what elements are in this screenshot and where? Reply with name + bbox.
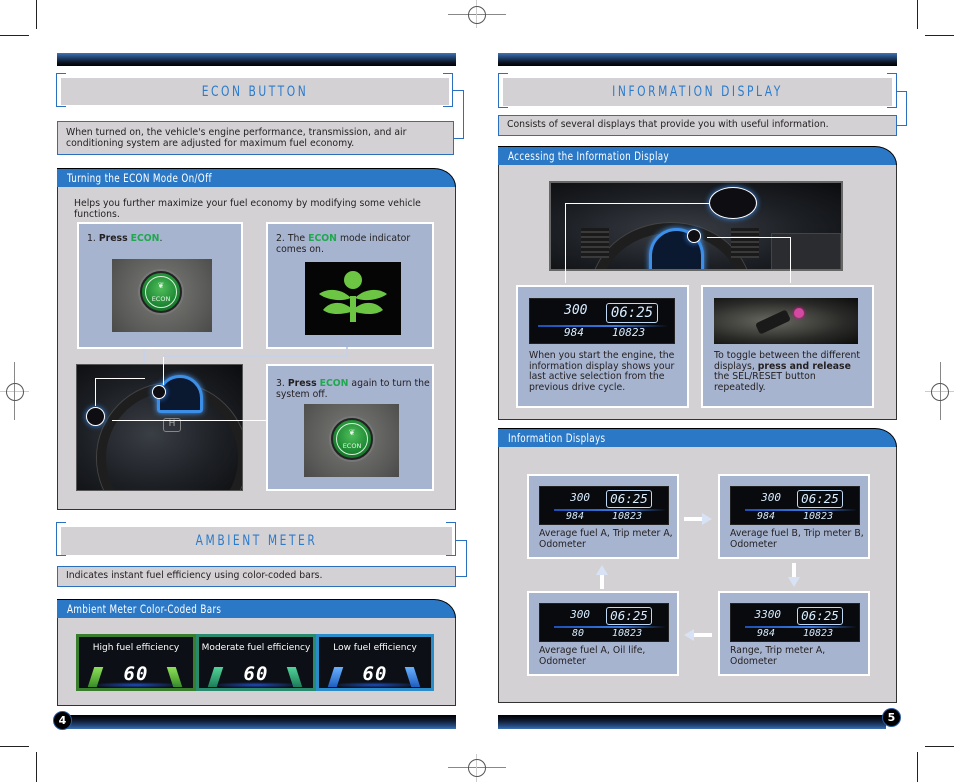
connector-line — [346, 347, 348, 357]
econ-section-tab: Turning the ECON Mode On/Off — [57, 168, 456, 187]
callout-line — [112, 420, 267, 421]
info-display-card: 300 06:25 80 10823 Average fuel A, Oil l… — [527, 591, 679, 676]
crop-mark — [36, 0, 37, 29]
access-card-start: 300 06:25 984 10823 When you start the e… — [516, 285, 689, 408]
econ-button-callout — [86, 407, 105, 426]
crop-mark — [36, 752, 37, 782]
econ-step-3-card: 3. Press ECON again to turn the system o… — [266, 364, 434, 491]
step-1-text: 1. Press ECON. — [87, 233, 163, 244]
econ-indicator-icon — [319, 271, 387, 322]
callout-line — [790, 237, 791, 283]
access-section-tab: Accessing the Information Display — [498, 146, 897, 165]
access-sel-reset-text: To toggle between the different displays… — [714, 350, 860, 393]
header-bar — [57, 53, 456, 66]
info-display-caption: Range, Trip meter A, Odometer — [730, 645, 826, 667]
info-lcd: 300 06:25 984 10823 — [539, 486, 669, 525]
crop-mark — [0, 746, 29, 747]
leaf-icon: ❦ — [157, 280, 165, 290]
access-card-sel-reset: To toggle between the different displays… — [701, 285, 874, 408]
leaf-icon: ❦ — [348, 427, 356, 437]
arrow-right-icon — [684, 513, 712, 525]
arrow-up-icon — [596, 565, 608, 589]
info-lcd: 3300 06:25 984 10823 — [730, 603, 860, 642]
info-title: INFORMATION DISPLAY — [612, 84, 783, 100]
ambient-meter-low: Low fuel efficiency 60 — [316, 634, 434, 691]
callout-line — [565, 203, 566, 283]
step-2-text: 2. The ECON mode indicator comes on. — [276, 233, 411, 255]
dashboard-photo — [549, 181, 843, 271]
info-display-caption: Average fuel A, Oil life, Odometer — [539, 645, 646, 667]
sel-reset-button-photo — [714, 298, 858, 344]
info-display-card: 3300 06:25 984 10823 Range, Trip meter A… — [718, 591, 870, 676]
info-lcd: 300 06:25 984 10823 — [529, 298, 675, 344]
econ-title: ECON BUTTON — [201, 83, 309, 100]
econ-button[interactable]: ❦ ECON — [331, 418, 373, 460]
info-display-card: 300 06:25 984 10823 Average fuel B, Trip… — [718, 474, 870, 559]
info-lcd: 300 06:25 80 10823 — [539, 603, 669, 642]
ambient-description: Indicates instant fuel efficiency using … — [57, 566, 456, 587]
econ-description: When turned on, the vehicle's engine per… — [57, 121, 454, 155]
header-bar — [498, 53, 897, 66]
ambient-title: AMBIENT METER — [195, 533, 318, 549]
page-number: 5 — [882, 708, 901, 727]
econ-step-1-card: 1. Press ECON. ❦ ECON — [77, 222, 243, 349]
econ-button-photo: ❦ ECON — [112, 259, 212, 332]
econ-step-2-card: 2. The ECON mode indicator comes on. — [266, 222, 434, 349]
callout-line — [95, 378, 96, 406]
displays-section-tab: Information Displays — [498, 428, 897, 447]
footer-bar — [498, 715, 886, 729]
callout-line — [163, 357, 164, 385]
crop-mark — [917, 752, 918, 782]
arrow-down-icon — [788, 563, 800, 587]
callout-line — [707, 237, 791, 238]
econ-button[interactable]: ❦ ECON — [140, 271, 182, 313]
info-display-caption: Average fuel B, Trip meter B, Odometer — [730, 528, 864, 550]
info-lcd: 300 06:25 984 10823 — [730, 486, 860, 525]
steering-wheel-photo: H — [76, 364, 243, 491]
info-display-caption: Average fuel A, Trip meter A, Odometer — [539, 528, 673, 550]
callout-line — [565, 203, 709, 204]
crop-mark — [925, 746, 954, 747]
ambient-section-tab: Ambient Meter Color-Coded Bars — [57, 599, 456, 618]
info-display-card: 300 06:25 984 10823 Average fuel A, Trip… — [527, 474, 679, 559]
step-3-text: 3. Press ECON again to turn the system o… — [276, 378, 430, 400]
info-display-callout — [709, 187, 757, 219]
crop-mark — [925, 35, 954, 36]
econ-button-photo: ❦ ECON — [304, 404, 399, 477]
econ-intro: Helps you further maximize your fuel eco… — [74, 198, 421, 220]
sel-reset-button[interactable] — [794, 308, 804, 318]
callout-line — [95, 378, 145, 379]
ambient-meter-moderate: Moderate fuel efficiency 60 — [196, 634, 316, 691]
arrow-left-icon — [684, 629, 712, 641]
footer-bar — [62, 715, 456, 729]
connector-line — [164, 355, 348, 357]
access-start-text: When you start the engine, the informati… — [529, 350, 675, 393]
sel-reset-callout — [687, 229, 701, 243]
page-number: 4 — [53, 711, 72, 730]
info-description: Consists of several displays that provid… — [498, 115, 897, 136]
econ-indicator-photo — [305, 262, 401, 335]
ambient-meter-high: High fuel efficiency 60 — [76, 634, 196, 691]
crop-mark — [0, 35, 29, 36]
econ-indicator-callout — [152, 385, 166, 399]
crop-mark — [917, 0, 918, 29]
